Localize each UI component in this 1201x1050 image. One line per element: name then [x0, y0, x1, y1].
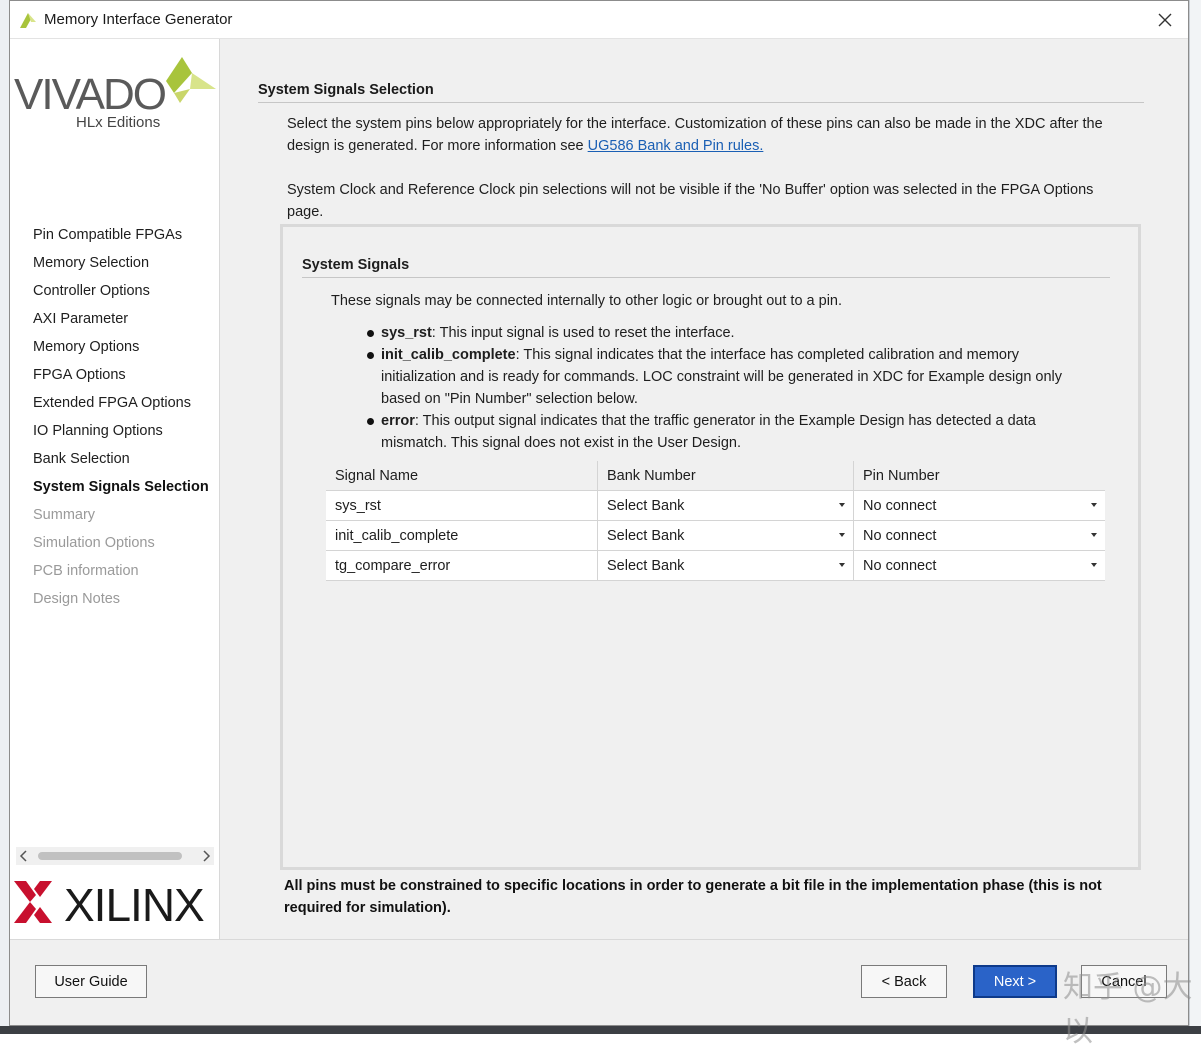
wizard-step-controller-options[interactable]: Controller Options [33, 281, 209, 309]
signal-name-cell: tg_compare_error [326, 550, 598, 581]
chevron-down-icon[interactable] [1091, 533, 1097, 537]
chevron-down-icon[interactable] [839, 533, 845, 537]
signal-name-cell: sys_rst [326, 490, 598, 521]
user-guide-label: User Guide [54, 973, 128, 990]
pin-number-dropdown-value: No connect [863, 557, 937, 574]
wizard-step-simulation-options: Simulation Options [33, 535, 155, 551]
bank-number-dropdown[interactable]: Select Bank [597, 490, 854, 521]
zhihu-watermark: 知乎 @大以 [1063, 970, 1193, 1049]
pin-number-dropdown[interactable]: No connect [853, 550, 1105, 581]
signal-bullet-name: error [381, 413, 415, 429]
wizard-step-system-signals-selection[interactable]: System Signals Selection [33, 477, 209, 505]
column-header-pin: Pin Number [853, 461, 1105, 491]
wizard-step-pcb-information: PCB information [33, 563, 139, 579]
signal-name-cell: init_calib_complete [326, 520, 598, 551]
xilinx-logo-text: XILINX [64, 879, 204, 927]
main-content: System Signals Selection Select the syst… [220, 39, 1188, 939]
table-header-row: Signal Name Bank Number Pin Number [326, 461, 1105, 491]
wizard-steps: Pin Compatible FPGAs Memory Selection Cont… [33, 225, 209, 617]
bank-number-dropdown-value: Select Bank [607, 527, 685, 544]
signal-bullet-name: init_calib_complete [381, 347, 516, 363]
table-row: init_calib_complete Select Bank No connect [326, 520, 1105, 551]
next-label: Next > [993, 973, 1037, 990]
table-row: sys_rst Select Bank No connect [326, 490, 1105, 521]
pin-number-dropdown-value: No connect [863, 527, 937, 544]
constraint-note: All pins must be constrained to specific… [284, 878, 1102, 916]
wizard-step-pin-compatible-fpgas[interactable]: Pin Compatible FPGAs [33, 225, 209, 253]
next-button[interactable]: Next > [973, 965, 1057, 998]
panel-divider [302, 277, 1110, 278]
signal-bullet-list: sys_rst: This input signal is used to re… [367, 322, 1067, 454]
vivado-logo-subtitle: HLx Editions [76, 114, 160, 131]
wizard-step-design-notes: Design Notes [33, 591, 121, 607]
chevron-down-icon[interactable] [1091, 563, 1097, 567]
user-guide-button[interactable]: User Guide [35, 965, 147, 998]
signal-bullet-text: : This input signal is used to reset the… [431, 325, 735, 341]
bank-number-dropdown[interactable]: Select Bank [597, 550, 854, 581]
chevron-down-icon[interactable] [1091, 503, 1097, 507]
column-header-bank: Bank Number [597, 461, 854, 491]
vivado-app-icon [20, 13, 36, 28]
vivado-logo: VIVADO HLx Editions [14, 57, 216, 131]
background-window-right [1189, 0, 1201, 1034]
bank-number-dropdown[interactable]: Select Bank [597, 520, 854, 551]
bank-number-dropdown-value: Select Bank [607, 497, 685, 514]
back-label: < Back [881, 973, 927, 990]
ug586-link[interactable]: UG586 Bank and Pin rules. [588, 138, 764, 154]
pin-number-dropdown[interactable]: No connect [853, 520, 1105, 551]
wizard-step-summary: Summary [33, 507, 96, 523]
window-title: Memory Interface Generator [44, 11, 233, 28]
signal-bullet: sys_rst: This input signal is used to re… [367, 322, 1067, 344]
xilinx-logo: XILINX [14, 879, 205, 927]
taskbar-strip [0, 1026, 1201, 1034]
wizard-step-fpga-options[interactable]: FPGA Options [33, 365, 209, 393]
signal-bullet: error: This output signal indicates that… [367, 410, 1067, 454]
chevron-down-icon[interactable] [839, 503, 845, 507]
vivado-logo-text: VIVADO [14, 70, 166, 119]
wizard-step-io-planning-options[interactable]: IO Planning Options [33, 421, 209, 449]
wizard-step-memory-options[interactable]: Memory Options [33, 337, 209, 365]
title-divider [258, 102, 1144, 103]
column-header-signal: Signal Name [326, 461, 598, 491]
wizard-step-axi-parameter[interactable]: AXI Parameter [33, 309, 209, 337]
intro-paragraph: Select the system pins below appropriate… [287, 113, 1127, 157]
back-button[interactable]: < Back [861, 965, 947, 998]
table-row: tg_compare_error Select Bank No connect [326, 550, 1105, 581]
system-signals-panel: System Signals These signals may be conn… [280, 224, 1141, 870]
scroll-thumb[interactable] [38, 852, 182, 860]
wizard-step-bank-selection[interactable]: Bank Selection [33, 449, 209, 477]
chevron-down-icon[interactable] [839, 563, 845, 567]
signals-table-body: sys_rst Select Bank No connect init_calib_c… [326, 490, 1105, 581]
close-button[interactable] [1142, 1, 1188, 39]
wizard-step-memory-selection[interactable]: Memory Selection [33, 253, 209, 281]
bank-number-dropdown-value: Select Bank [607, 557, 685, 574]
panel-title: System Signals [302, 257, 410, 273]
close-icon [1158, 13, 1172, 27]
signal-bullet-text: : This output signal indicates that the … [381, 413, 1036, 451]
panel-description: These signals may be connected internall… [331, 293, 843, 309]
mig-dialog: Memory Interface Generator VIVADO HLx Ed… [9, 0, 1189, 1026]
signal-bullet: init_calib_complete: This signal indicat… [367, 344, 1067, 410]
signal-bullet-name: sys_rst [381, 325, 432, 341]
footer-divider [10, 939, 1188, 940]
pin-number-dropdown-value: No connect [863, 497, 937, 514]
sidebar-horizontal-scrollbar[interactable] [16, 847, 214, 865]
wizard-step-extended-fpga-options[interactable]: Extended FPGA Options [33, 393, 209, 421]
signals-table: Signal Name Bank Number Pin Number sys_r… [326, 461, 1105, 581]
wizard-sidebar: VIVADO HLx Editions Pin Compatible FPGAs… [10, 39, 220, 939]
pin-number-dropdown[interactable]: No connect [853, 490, 1105, 521]
clock-note: System Clock and Reference Clock pin sel… [287, 182, 1094, 220]
title-bar: Memory Interface Generator [10, 1, 1188, 39]
page-title: System Signals Selection [258, 82, 434, 98]
